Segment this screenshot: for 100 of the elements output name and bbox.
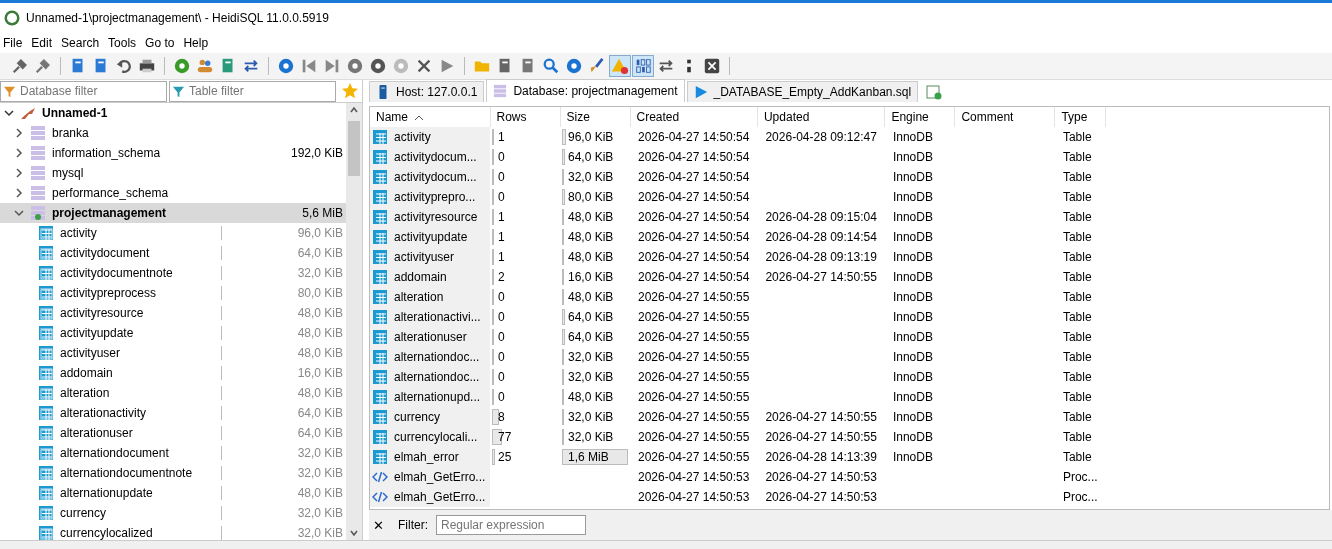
tree-item[interactable]: activity (60, 226, 221, 240)
table-cell: Table (1062, 430, 1092, 444)
table-cell: 77 (498, 430, 512, 444)
tree-item[interactable]: activityuser (60, 346, 221, 360)
table-cell: InnoDB (892, 450, 933, 464)
table-cell: InnoDB (892, 430, 933, 444)
table-cell: elmah_GetErro... (394, 490, 486, 504)
table-icon (38, 505, 54, 521)
tree-item[interactable]: currencylocalized (60, 526, 221, 540)
table-cell: 2026-04-27 14:50:55 (765, 410, 877, 424)
table-cell: InnoDB (892, 170, 933, 184)
table-cell: alternationupd... (394, 390, 481, 404)
table-cell: 32,0 KiB (568, 370, 614, 384)
star-icon[interactable] (341, 82, 359, 100)
expand-icon[interactable] (14, 168, 24, 178)
tree-row[interactable]: information_schema 192,0 KiB (0, 143, 346, 163)
tree-item[interactable]: alterationuser (60, 426, 221, 440)
filter-field[interactable]: Regular expression (436, 515, 586, 535)
collapse-icon[interactable] (14, 208, 24, 218)
table-size: 64,0 KiB (296, 406, 344, 420)
close-icon[interactable] (702, 56, 722, 76)
tab[interactable]: Host: 127.0.0.1 (369, 81, 485, 102)
table-cell: InnoDB (892, 230, 933, 244)
table-cell: Table (1062, 370, 1092, 384)
close-button[interactable]: ✕ (373, 517, 384, 533)
table-cell: 2026-04-27 14:50:55 (638, 390, 750, 404)
tree-item[interactable]: activitydocument (60, 246, 221, 260)
table-size: 80,0 KiB (296, 286, 344, 300)
table-cell: 2026-04-27 14:50:55 (638, 430, 750, 444)
table-size: 48,0 KiB (296, 486, 344, 500)
table-filter-field[interactable]: Table filter (169, 80, 336, 102)
tree-row[interactable]: mysql (0, 163, 346, 183)
tree-item[interactable]: alterationactivity (60, 406, 221, 420)
table-icon (372, 329, 388, 345)
column-header[interactable]: Updated (757, 107, 885, 127)
scrollbar[interactable] (346, 103, 362, 540)
database-filter-field[interactable]: Database filter (0, 80, 167, 102)
table-size: 32,0 KiB (296, 446, 344, 460)
column-header[interactable]: Rows (490, 107, 560, 127)
menu-item[interactable]: Go to (142, 36, 181, 50)
tab[interactable]: _DATABASE_Empty_AddKanban.sql (686, 81, 919, 102)
database-size: 192,0 KiB (289, 146, 344, 160)
tree-item[interactable]: activityresource (60, 306, 221, 320)
column-header[interactable]: Size (560, 107, 630, 127)
expand-icon[interactable] (14, 148, 24, 158)
menu-item[interactable]: Help (180, 36, 215, 50)
table-cell: InnoDB (892, 150, 933, 164)
tree-row[interactable]: projectmanagement 5,6 MiB (0, 203, 346, 223)
new-tab-icon[interactable] (926, 84, 943, 100)
column-header[interactable]: Created (630, 107, 758, 127)
table-cell: elmah_GetErro... (394, 470, 486, 484)
table-size: 48,0 KiB (296, 326, 344, 340)
column-header[interactable]: Engine (884, 107, 955, 127)
tree-item[interactable]: activitydocumentnote (60, 266, 221, 280)
tree-item[interactable]: addomain (60, 366, 221, 380)
expand-icon[interactable] (14, 128, 24, 138)
tree-item-label: performance_schema (52, 186, 170, 200)
table-cell: 2026-04-28 09:14:54 (765, 230, 877, 244)
tree-row[interactable]: branka (0, 123, 346, 143)
tree-item[interactable]: Unnamed-1 (42, 106, 346, 120)
binary-icon[interactable] (633, 56, 653, 76)
table-icon (372, 249, 388, 265)
table-cell: 64,0 KiB (568, 330, 614, 344)
menu-item[interactable]: Tools (105, 36, 143, 50)
tab[interactable]: Database: projectmanagement (486, 79, 685, 102)
scroll-thumb[interactable] (348, 121, 360, 176)
tree-item[interactable]: alternationupdate (60, 486, 221, 500)
filter-icon (3, 84, 16, 98)
tree-item[interactable]: activitypreprocess (60, 286, 221, 300)
tree-item[interactable]: alternationdocument (60, 446, 221, 460)
table-cell: Table (1062, 230, 1092, 244)
table-cell: 2026-04-27 14:50:55 (638, 370, 750, 384)
table-cell: 2026-04-27 14:50:55 (638, 350, 750, 364)
tree-item[interactable]: alteration (60, 386, 221, 400)
table-cell: 48,0 KiB (568, 290, 614, 304)
table-icon (38, 385, 54, 401)
menu-item[interactable]: Edit (28, 36, 59, 50)
menu-item[interactable]: File (0, 36, 29, 50)
tree-item-label: projectmanagement (52, 206, 168, 220)
table-icon (372, 449, 388, 465)
table-cell: 0 (498, 290, 505, 304)
table-cell: InnoDB (892, 290, 933, 304)
table-icon (372, 309, 388, 325)
table-cell: activityupdate (394, 230, 468, 244)
column-header[interactable]: Type (1054, 107, 1106, 127)
app-logo-icon (4, 10, 20, 26)
expand-icon[interactable] (14, 188, 24, 198)
table-cell: 80,0 KiB (568, 190, 614, 204)
search-icon[interactable] (541, 56, 561, 76)
column-header[interactable]: Comment (954, 107, 1055, 127)
table-cell: 2026-04-27 14:50:54 (638, 270, 750, 284)
table-cell: InnoDB (892, 390, 933, 404)
tree-item[interactable]: activityupdate (60, 326, 221, 340)
warning-icon[interactable] (610, 56, 630, 76)
tree-item[interactable]: currency (60, 506, 221, 520)
menu-item[interactable]: Search (58, 36, 106, 50)
tree-item[interactable]: alternationdocumentnote (60, 466, 221, 480)
table-size: 32,0 KiB (296, 266, 344, 280)
table-size: 48,0 KiB (296, 346, 344, 360)
tree-row[interactable]: performance_schema (0, 183, 346, 203)
